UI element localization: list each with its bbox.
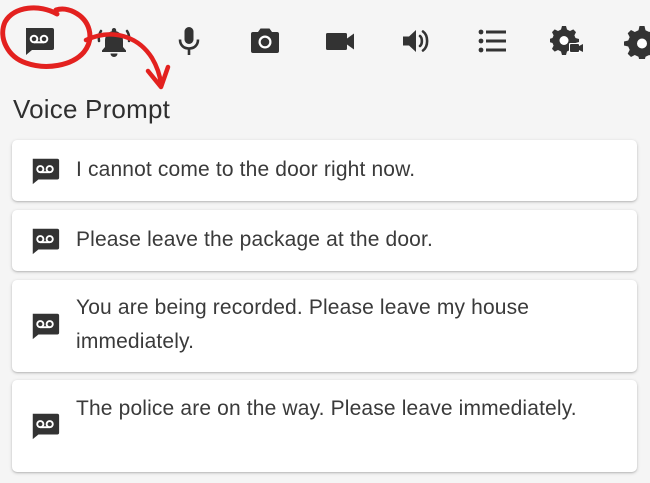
bell-icon: [97, 28, 131, 57]
settings-tab-button[interactable]: [624, 23, 650, 59]
camera-icon: [251, 28, 279, 53]
voicemail-icon: [32, 413, 60, 440]
volume-icon: [403, 30, 429, 52]
list-icon: [478, 29, 506, 53]
video-camera-icon: [326, 33, 354, 50]
prompt-text: You are being recorded. Please leave my …: [76, 296, 530, 353]
prompt-item-4[interactable]: The police are on the way. Please leave …: [12, 380, 637, 472]
voicemail-icon: [32, 158, 60, 185]
prompt-item-1[interactable]: I cannot come to the door right now.: [12, 140, 637, 201]
video-tab-button[interactable]: [322, 23, 358, 59]
page-title: Voice Prompt: [13, 94, 171, 124]
gear-icon: [624, 26, 650, 59]
voicemail-icon: [26, 28, 54, 55]
camera-tab-button[interactable]: [247, 23, 283, 59]
prompt-text: Please leave the package at the door.: [76, 228, 433, 251]
prompt-item-3[interactable]: You are being recorded. Please leave my …: [12, 280, 637, 372]
list-tab-button[interactable]: [474, 23, 510, 59]
microphone-icon: [178, 27, 200, 55]
notifications-tab-button[interactable]: [96, 23, 132, 59]
video-settings-tab-button[interactable]: [550, 23, 586, 59]
voicemail-icon: [32, 228, 60, 255]
volume-tab-button[interactable]: [398, 23, 434, 59]
microphone-tab-button[interactable]: [171, 23, 207, 59]
top-toolbar: [0, 0, 650, 82]
prompt-item-2[interactable]: Please leave the package at the door.: [12, 210, 637, 271]
app-screen: Voice Prompt I cannot come to the door r…: [0, 0, 650, 483]
voicemail-tab-button[interactable]: [21, 23, 57, 59]
voicemail-icon: [32, 313, 60, 340]
prompt-text: The police are on the way. Please leave …: [76, 397, 577, 420]
gear-video-icon: [550, 26, 583, 55]
prompt-text: I cannot come to the door right now.: [76, 158, 416, 181]
